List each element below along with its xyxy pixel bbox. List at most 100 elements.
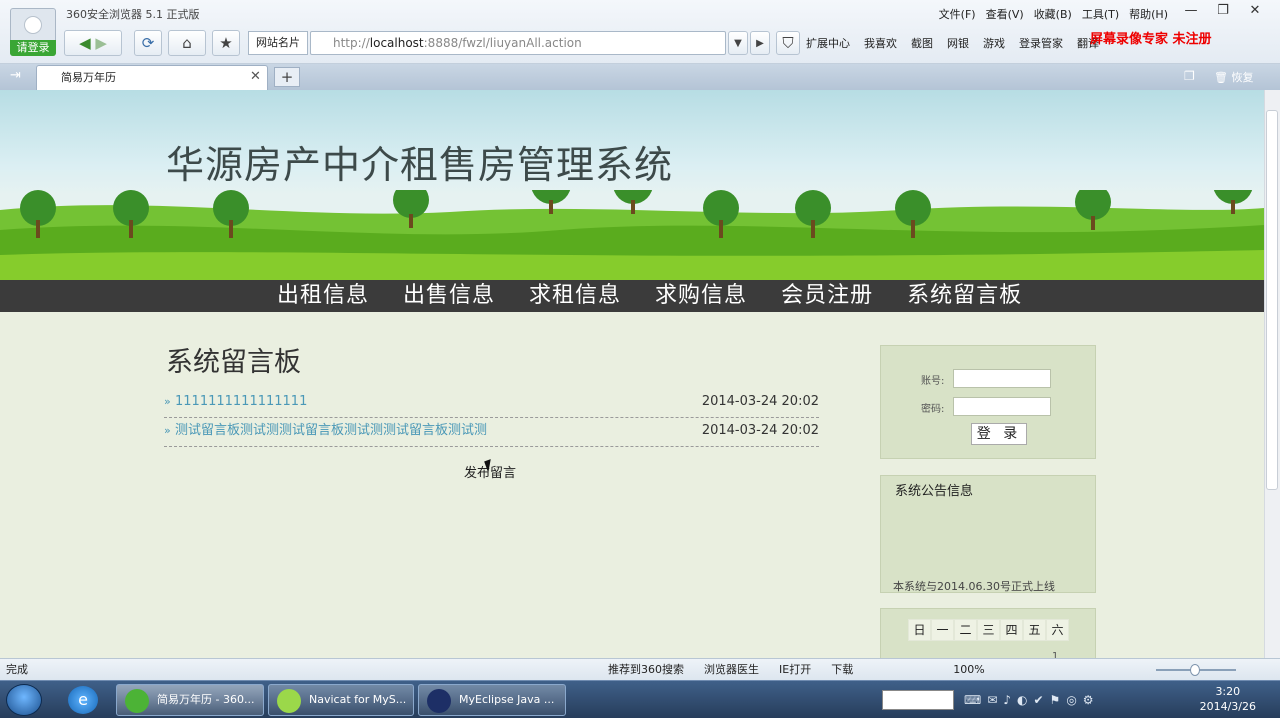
home-icon[interactable]: ⌂ (168, 30, 206, 56)
back-forward-buttons[interactable]: ◀ ▶ (64, 30, 122, 56)
nav-want-buy[interactable]: 求购信息 (638, 280, 764, 312)
sidebar-toggle-icon[interactable]: ⇥ (10, 68, 21, 83)
nav-rent-info[interactable]: 出租信息 (260, 280, 386, 312)
menu-bar: 文件(F) 查看(V) 收藏(B) 工具(T) 帮助(H) (939, 6, 1168, 22)
url-prefix: http:// (333, 36, 370, 50)
bullet-icon: » (164, 424, 171, 437)
weekday-mon: 一 (931, 619, 954, 641)
myeclipse-icon (427, 689, 451, 713)
bank-button[interactable]: 网银 (947, 35, 969, 51)
restore-label: 恢复 (1231, 71, 1254, 84)
menu-view[interactable]: 查看(V) (986, 6, 1024, 22)
new-tab-button[interactable]: + (274, 67, 300, 87)
list-item: » 1111111111111111 2014-03-24 20:02 (164, 390, 819, 418)
notice-text: 本系统与2014.06.30号正式上线 (893, 580, 1055, 592)
login-submit-button[interactable]: 登 录 (971, 423, 1027, 445)
zoom-slider-thumb[interactable] (1190, 664, 1200, 676)
clock-date: 2014/3/26 (1199, 700, 1256, 713)
favorite-star-icon[interactable]: ★ (212, 30, 240, 56)
url-rest: :8888/fwzl/liuyanAll.action (423, 36, 582, 50)
menu-tools[interactable]: 工具(T) (1082, 6, 1119, 22)
address-bar[interactable]: http://localhost:8888/fwzl/liuyanAll.act… (310, 31, 726, 55)
close-icon[interactable]: ✕ (1240, 2, 1270, 22)
minimize-icon[interactable]: — (1176, 2, 1206, 22)
nav-register[interactable]: 会员注册 (764, 280, 890, 312)
tray-icons[interactable]: ⌨✉♪◐✔⚑◎⚙ (964, 693, 1100, 707)
task-label: Navicat for MyS... (309, 693, 407, 706)
shield-icon[interactable]: ⛉ (776, 31, 800, 55)
main-nav: 出租信息 出售信息 求租信息 求购信息 会员注册 系统留言板 (0, 280, 1264, 312)
windows-taskbar: e 简易万年历 - 360... Navicat for MyS... MyEc… (0, 680, 1280, 718)
restore-button[interactable]: 🗑 恢复 (1214, 69, 1253, 85)
calendar-weekdays: 日 一 二 三 四 五 六 (908, 619, 1069, 641)
nav-sale-info[interactable]: 出售信息 (386, 280, 512, 312)
message-link[interactable]: 测试留言板测试测测试留言板测试测测试留言板测试测 (175, 419, 487, 443)
site-card-dropdown[interactable]: 网站名片 (248, 31, 308, 55)
app-title: 360安全浏览器 5.1 正式版 (66, 8, 200, 21)
weekday-sun: 日 (908, 619, 931, 641)
browser-tools: 扩展中心 我喜欢 截图 网银 游戏 登录管家 翻译 (806, 35, 1099, 51)
nav-message-board[interactable]: 系统留言板 (890, 280, 1039, 312)
recorder-watermark: 屏幕录像专家 未注册 (1090, 32, 1212, 47)
message-date: 2014-03-24 20:02 (701, 423, 819, 438)
account-label: 账号: (921, 376, 945, 387)
menu-favorites[interactable]: 收藏(B) (1034, 6, 1072, 22)
forward-icon[interactable]: ▶ (95, 34, 107, 52)
calendar-day[interactable]: 1 (1052, 651, 1058, 658)
task-calendar-browser[interactable]: 简易万年历 - 360... (116, 684, 264, 716)
scrollbar-thumb[interactable] (1266, 110, 1278, 490)
menu-file[interactable]: 文件(F) (939, 6, 976, 22)
task-myeclipse[interactable]: MyEclipse Java ... (418, 684, 566, 716)
back-icon[interactable]: ◀ (79, 34, 91, 52)
task-label: 简易万年历 - 360... (157, 693, 255, 706)
weekday-tue: 二 (954, 619, 977, 641)
nav-want-rent[interactable]: 求租信息 (512, 280, 638, 312)
screenshot-button[interactable]: 截图 (911, 35, 933, 51)
weekday-thu: 四 (1000, 619, 1023, 641)
trash-icon: 🗑 (1214, 71, 1228, 84)
task-label: MyEclipse Java ... (459, 693, 555, 706)
status-text: 完成 (6, 663, 28, 676)
message-date: 2014-03-24 20:02 (701, 394, 819, 409)
download-button[interactable]: 下载 (831, 659, 853, 680)
status-tools: 推荐到360搜索 浏览器医生 IE打开 下载 100% (608, 659, 985, 680)
like-button[interactable]: 我喜欢 (864, 35, 897, 51)
password-input[interactable] (953, 397, 1051, 416)
system-clock[interactable]: 3:20 2014/3/26 (1200, 684, 1256, 714)
status-bar: 完成 推荐到360搜索 浏览器医生 IE打开 下载 100% (0, 658, 1280, 680)
site-banner: 华源房产中介租售房管理系统 (0, 90, 1264, 280)
weekday-wed: 三 (977, 619, 1000, 641)
ie-open-button[interactable]: IE打开 (779, 659, 811, 680)
menu-help[interactable]: 帮助(H) (1129, 6, 1168, 22)
login-panel: 账号: 密码: 登 录 (880, 345, 1096, 459)
maximize-icon[interactable]: ❐ (1208, 2, 1238, 22)
message-link[interactable]: 1111111111111111 (175, 390, 307, 414)
recommend-360-button[interactable]: 推荐到360搜索 (608, 659, 684, 680)
site-title: 华源房产中介租售房管理系统 (166, 143, 674, 187)
avatar-head-icon (24, 16, 42, 34)
start-button[interactable] (6, 684, 42, 716)
navicat-icon (277, 689, 301, 713)
banner-landscape (0, 190, 1264, 280)
password-label: 密码: (921, 404, 945, 415)
refresh-icon[interactable]: ⟳ (134, 30, 162, 56)
tray-search-input[interactable] (882, 690, 954, 710)
task-navicat[interactable]: Navicat for MyS... (268, 684, 414, 716)
zoom-level[interactable]: 100% (953, 659, 984, 680)
url-host: localhost (369, 36, 424, 50)
web-page: 华源房产中介租售房管理系统 出租信息 出售信息 求租信息 求购信息 会员注册 系… (0, 90, 1264, 658)
account-input[interactable] (953, 369, 1051, 388)
ie-icon[interactable]: e (68, 686, 98, 714)
tab-calendar[interactable]: 简易万年历 (36, 65, 268, 90)
login-button[interactable]: 请登录 (10, 40, 56, 56)
tab-close-icon[interactable]: ✕ (250, 69, 261, 84)
go-icon[interactable]: ▶ (750, 31, 770, 55)
bullet-icon: » (164, 395, 171, 408)
tab-list-icon[interactable]: ❐ (1184, 69, 1195, 83)
login-manager-button[interactable]: 登录管家 (1019, 35, 1063, 51)
status-icons (873, 659, 933, 680)
browser-doctor-button[interactable]: 浏览器医生 (704, 659, 759, 680)
games-button[interactable]: 游戏 (983, 35, 1005, 51)
url-dropdown-icon[interactable]: ▼ (728, 31, 748, 55)
extensions-button[interactable]: 扩展中心 (806, 35, 850, 51)
